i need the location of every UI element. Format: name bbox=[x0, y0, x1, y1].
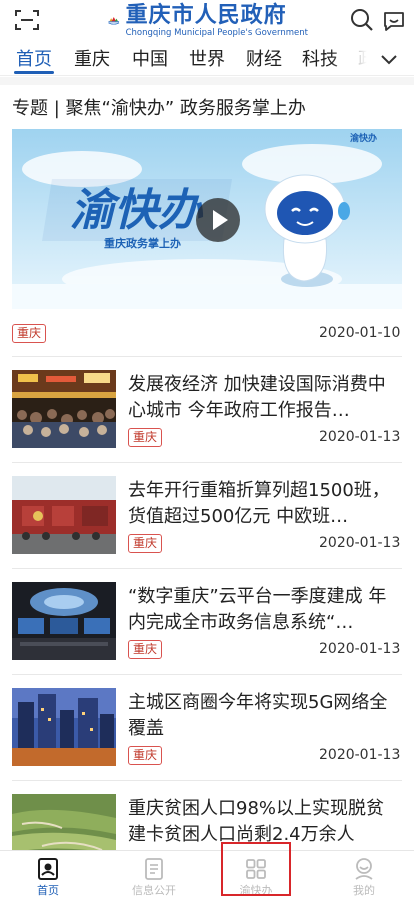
news-title: “数字重庆”云平台一季度建成 年内完成全市政务信息系统“… bbox=[128, 586, 387, 633]
news-title: 主城区商圈今年将实现5G网络全覆盖 bbox=[128, 692, 388, 739]
location-tag: 重庆 bbox=[128, 746, 163, 765]
channel-tabs: 首页 重庆 中国 世界 财经 科技 政 bbox=[0, 42, 414, 76]
tab-home[interactable]: 首页 bbox=[16, 45, 52, 71]
logo-subtitle: Chongqing Municipal People's Government bbox=[125, 27, 308, 38]
news-thumbnail bbox=[12, 688, 116, 766]
nav-home[interactable]: 首页 bbox=[8, 851, 88, 900]
home-icon bbox=[38, 858, 58, 880]
app-screen: 重庆市人民政府 Chongqing Municipal People's Gov… bbox=[0, 0, 414, 900]
bottom-navigation: 首页 信息公开 渝快办 我的 bbox=[0, 850, 414, 900]
location-tag: 重庆 bbox=[128, 428, 163, 447]
divider bbox=[12, 356, 402, 357]
divider bbox=[12, 780, 402, 781]
nav-label: 信息公开 bbox=[132, 884, 176, 897]
publish-date: 2020-01-13 bbox=[319, 429, 401, 445]
site-logo[interactable]: 重庆市人民政府 Chongqing Municipal People's Gov… bbox=[108, 1, 308, 41]
app-header: 重庆市人民政府 Chongqing Municipal People's Gov… bbox=[0, 0, 414, 42]
featured-topic-title[interactable]: 专题 | 聚焦“渝快办” 政务服务掌上办 bbox=[12, 94, 306, 120]
location-tag: 重庆 bbox=[128, 534, 163, 553]
publish-date: 2020-01-13 bbox=[319, 535, 401, 551]
scan-icon[interactable] bbox=[14, 8, 40, 32]
divider bbox=[12, 568, 402, 569]
featured-video[interactable]: 渝快办 重庆政务掌上办 渝快办 bbox=[12, 129, 402, 309]
news-title: 发展夜经济 加快建设国际消费中心城市 今年政府工作报告… bbox=[128, 374, 386, 421]
news-title: 去年开行重箱折算列超1500班，货值超过500亿元 中欧班… bbox=[128, 480, 390, 527]
hero-badge: 渝快办 bbox=[350, 132, 377, 144]
news-thumbnail bbox=[12, 370, 116, 448]
active-tab-indicator bbox=[14, 71, 54, 74]
nav-label: 首页 bbox=[37, 884, 59, 897]
hero-headline: 渝快办 bbox=[70, 185, 204, 236]
logo-emblem-icon bbox=[108, 17, 120, 25]
chat-icon[interactable] bbox=[382, 9, 406, 33]
location-tag: 重庆 bbox=[128, 640, 163, 659]
search-icon[interactable] bbox=[350, 8, 374, 32]
publish-date: 2020-01-13 bbox=[319, 747, 401, 763]
divider bbox=[12, 462, 402, 463]
news-title: 重庆贫困人口98%以上实现脱贫 建卡贫困人口尚剩2.4万余人 bbox=[128, 798, 385, 845]
hero-subline: 重庆政务掌上办 bbox=[104, 236, 181, 250]
nav-profile[interactable]: 我的 bbox=[324, 851, 404, 900]
play-icon[interactable] bbox=[196, 198, 240, 242]
user-icon bbox=[355, 858, 373, 880]
tab-fade-overlay bbox=[330, 42, 376, 74]
news-thumbnail bbox=[12, 582, 116, 660]
tab-world[interactable]: 世界 bbox=[189, 45, 225, 71]
nav-label: 我的 bbox=[353, 884, 375, 897]
news-thumbnail bbox=[12, 476, 116, 554]
tab-chongqing[interactable]: 重庆 bbox=[74, 45, 110, 71]
tab-finance[interactable]: 财经 bbox=[246, 45, 282, 71]
publish-date: 2020-01-13 bbox=[319, 641, 401, 657]
nav-info-disclosure[interactable]: 信息公开 bbox=[114, 851, 194, 900]
chevron-down-icon[interactable] bbox=[378, 48, 400, 70]
logo-title: 重庆市人民政府 bbox=[125, 2, 287, 28]
document-icon bbox=[145, 858, 163, 880]
publish-date: 2020-01-10 bbox=[319, 325, 401, 341]
highlight-annotation-box bbox=[221, 842, 291, 896]
divider bbox=[12, 674, 402, 675]
location-tag: 重庆 bbox=[12, 324, 47, 343]
tab-china[interactable]: 中国 bbox=[132, 45, 168, 71]
section-separator bbox=[0, 77, 414, 85]
